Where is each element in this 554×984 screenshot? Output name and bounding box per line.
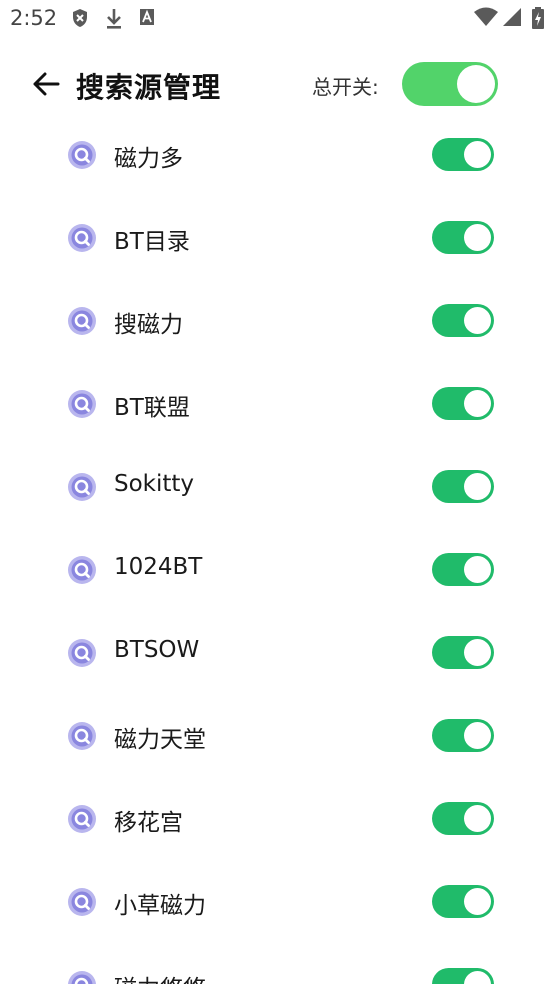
toggle-knob <box>464 971 491 984</box>
source-toggle[interactable] <box>432 470 494 503</box>
search-source-list: 磁力多 BT目录搜磁力 BT联盟 Sokitty 1024BT BTSOW 磁力天堂移花宫小… <box>0 113 554 984</box>
source-name: 小草磁力 <box>114 893 206 919</box>
search-source-icon <box>68 141 96 169</box>
source-name: BT联盟 <box>114 395 190 421</box>
source-row[interactable]: Sokitty <box>0 445 554 528</box>
page-title: 搜索源管理 <box>76 71 222 104</box>
a-box-icon <box>140 9 154 25</box>
source-toggle[interactable] <box>432 719 494 752</box>
search-source-icon <box>68 888 96 916</box>
source-toggle[interactable] <box>432 636 494 669</box>
wifi-icon <box>474 7 498 26</box>
source-row[interactable]: BTSOW <box>0 611 554 694</box>
battery-charging-icon <box>532 7 544 29</box>
source-toggle[interactable] <box>432 553 494 586</box>
cellular-icon <box>503 8 521 26</box>
source-name: Sokitty <box>114 471 195 497</box>
toggle-knob <box>464 639 491 666</box>
toggle-knob <box>464 224 491 251</box>
source-row[interactable]: 磁力天堂 <box>0 694 554 777</box>
status-time: 2:52 <box>10 6 58 30</box>
source-row[interactable]: BT联盟 <box>0 362 554 445</box>
toggle-knob <box>457 65 495 103</box>
source-toggle[interactable] <box>432 138 494 171</box>
back-button[interactable] <box>26 64 66 104</box>
toggle-knob <box>464 722 491 749</box>
source-name: 磁力天堂 <box>114 727 206 753</box>
search-source-icon <box>68 722 96 750</box>
toggle-knob <box>464 805 491 832</box>
source-name: 磁力多 <box>114 146 183 172</box>
source-toggle[interactable] <box>432 802 494 835</box>
source-toggle[interactable] <box>432 885 494 918</box>
toggle-knob <box>464 390 491 417</box>
search-source-icon <box>68 971 96 984</box>
arrow-left-icon <box>33 72 60 96</box>
source-name: 移花宫 <box>114 810 183 836</box>
source-row[interactable]: 磁力悠悠 <box>0 943 554 984</box>
source-name: 1024BT <box>114 554 203 580</box>
toggle-knob <box>464 888 491 915</box>
search-source-icon <box>68 473 96 501</box>
download-icon <box>107 9 121 29</box>
search-source-icon <box>68 556 96 584</box>
toggle-knob <box>464 556 491 583</box>
search-source-icon <box>68 390 96 418</box>
source-row[interactable]: 1024BT <box>0 528 554 611</box>
source-toggle[interactable] <box>432 968 494 984</box>
source-toggle[interactable] <box>432 221 494 254</box>
source-row[interactable]: 磁力多 <box>0 113 554 196</box>
source-toggle[interactable] <box>432 304 494 337</box>
toggle-knob <box>464 307 491 334</box>
search-source-icon <box>68 307 96 335</box>
master-toggle[interactable] <box>402 62 498 106</box>
search-source-icon <box>68 805 96 833</box>
app-header: 搜索源管理 总开关: <box>0 52 554 116</box>
source-name: 磁力悠悠 <box>114 969 206 984</box>
shield-icon <box>73 9 87 27</box>
source-toggle[interactable] <box>432 387 494 420</box>
toggle-knob <box>464 141 491 168</box>
source-row[interactable]: BT目录 <box>0 196 554 279</box>
status-bar: 2:52 <box>0 0 554 38</box>
source-row[interactable]: 移花宫 <box>0 777 554 860</box>
source-row[interactable]: 小草磁力 <box>0 860 554 943</box>
source-row[interactable]: 搜磁力 <box>0 279 554 362</box>
search-source-icon <box>68 639 96 667</box>
toggle-knob <box>464 473 491 500</box>
source-name: BTSOW <box>114 637 200 663</box>
source-name: BT目录 <box>114 229 190 255</box>
source-name: 搜磁力 <box>114 312 183 338</box>
master-switch-label: 总开关: <box>312 75 379 99</box>
search-source-icon <box>68 224 96 252</box>
